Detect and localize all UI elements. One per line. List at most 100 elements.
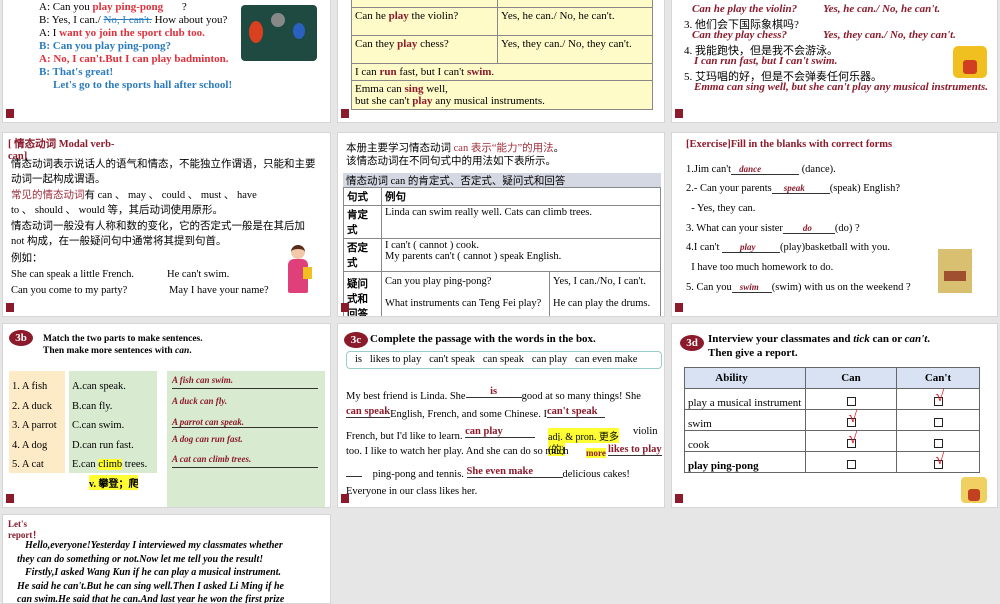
instruction: Then make more sentences with can. [43, 346, 192, 356]
checkbox[interactable]: √ [846, 431, 857, 448]
answer-text: likes to play [608, 444, 662, 456]
instruction: Match the two parts to make sentences. [43, 334, 203, 344]
checkmark-icon: √ [935, 451, 945, 468]
exercise-item: 3. What can your sister do (do) ? [686, 223, 860, 234]
instruction: Interview your classmates and tick can o… [708, 333, 931, 345]
slide-thumbnail-10[interactable]: Let's report！ Hello,everyone!Yesterday I… [2, 514, 331, 604]
checkbox[interactable]: √ [933, 389, 944, 406]
sports-equipment-image [241, 5, 317, 61]
answer-line: A fish can swim. [172, 375, 318, 389]
table-row: cook √ [684, 430, 980, 452]
answer-text: Emma can sing well, but she can't play a… [694, 81, 988, 93]
cant-cell [896, 409, 980, 431]
cant-cell: √ [896, 451, 980, 473]
answer-text: I can run fast, but I can't swim. [694, 55, 838, 67]
checkmark-icon: √ [848, 430, 858, 447]
answer-line: A cat can climb trees. [172, 454, 318, 468]
can-cell [805, 388, 897, 410]
slide-title: [Exercise]Fill in the blanks with correc… [686, 139, 893, 150]
paragraph: 情态动词一般没有人称和数的变化，它的否定式一般是在其后加 not 构成，在一般疑… [11, 221, 305, 247]
slide-thumbnail-4[interactable]: [ 情态动词 Modal verb-can] 情态动词表示说话人的语气和情态，不… [2, 132, 331, 317]
checkbox[interactable]: √ [846, 410, 857, 427]
slide-thumbnail-2[interactable]: Can he play the violin? Yes, he can./ No,… [337, 0, 665, 123]
example-sentence: She can speak a little French. [11, 269, 135, 280]
slide-thumbnail-5[interactable]: 本册主要学习情态动词 can 表示“能力”的用法。 该情态动词在不同句式中的用法… [337, 132, 665, 317]
checkbox[interactable] [846, 397, 856, 406]
slide-marker [341, 494, 349, 503]
dialog-line: B: Can you play ping-pong? [39, 40, 172, 52]
exercise-item: - Yes, they can. [686, 203, 756, 214]
table-caption: 情态动词 can 的肯定式、否定式、疑问式和回答 [343, 173, 661, 187]
slide-marker [6, 303, 14, 312]
ability-cell: swim [684, 409, 806, 431]
answer-line: A duck can fly. [172, 396, 228, 406]
ability-item: C.can swim. [72, 420, 125, 431]
ability-item: A.can speak. [72, 381, 126, 392]
usage-table: 句式 例句 肯定式 Linda can swim really well. Cats… [343, 187, 661, 316]
checkbox[interactable] [933, 439, 943, 448]
slide-title: Complete the passage with the words in t… [370, 333, 596, 345]
ability-cell: cook [684, 430, 806, 452]
subject-item: 5. A cat [12, 459, 44, 470]
subject-item: 3. A parrot [12, 420, 57, 431]
cartoon-image [961, 477, 987, 503]
paragraph: 常见的情态动词有 can 、 may 、 could 、 must 、 have… [11, 190, 257, 216]
table-row: swim √ [684, 409, 980, 431]
subjects-column: 1. A fish 2. A duck 3. A parrot 4. A dog 5. … [9, 371, 65, 473]
answer-line: A parrot can speak. [172, 417, 318, 428]
checkmark-icon: √ [848, 409, 858, 426]
checkbox[interactable] [846, 460, 856, 469]
abilities-column: A.can speak. B.can fly. C.can swim. D.can r… [69, 371, 157, 473]
table-row: play a musical instrument √ [684, 388, 980, 410]
checkbox[interactable]: √ [933, 452, 944, 469]
can-cell: √ [805, 430, 897, 452]
subject-item: 4. A dog [12, 439, 48, 451]
exercise-badge: 3d [680, 335, 704, 351]
ability-table: Ability Can Can't play a musical instrumen… [684, 367, 980, 473]
checkbox[interactable] [933, 418, 943, 427]
example-sentence: He can't swim. [167, 269, 230, 280]
slide-thumbnail-1[interactable]: A: Can you play ping-pong ? B: Yes, I ca… [2, 0, 331, 123]
intro-text: 该情态动词在不同句式中的用法如下表所示。 [346, 156, 556, 167]
exercise-item: 5. Can you swim (swim) with us on the week… [686, 282, 911, 293]
dialog-line: Let's go to the sports hall after school… [53, 79, 233, 91]
passage-line: ping-pong and tennis. She even make delic… [346, 466, 630, 480]
answer-text: Can he play the violin? Yes, he can./ No,… [692, 3, 941, 15]
slide-thumbnail-6[interactable]: [Exercise]Fill in the blanks with correc… [671, 132, 998, 317]
pixelated-cartoon-image [938, 249, 972, 293]
ability-item: D.can run fast. [72, 439, 134, 451]
subject-item: 2. A duck [12, 400, 52, 412]
slide-marker [341, 303, 349, 312]
answer-text: Can they play chess? Yes, they can./ No, … [692, 29, 956, 41]
dialog-line: A: I want yo join the sport club too. [39, 27, 205, 39]
dialog-line: B: That's great! [39, 66, 114, 78]
cant-cell [896, 430, 980, 452]
ability-item: E.can climb trees. [72, 459, 148, 470]
cant-cell: √ [896, 388, 980, 410]
slide-marker [341, 109, 349, 118]
passage-line: too. I like to watch her play. And she c… [346, 446, 569, 457]
passage-text: violin [633, 426, 658, 437]
slide-thumbnail-3[interactable]: Can he play the violin? Yes, he can./ No,… [671, 0, 998, 123]
checkmark-icon: √ [935, 388, 945, 405]
ability-item: B.can fly. [72, 400, 113, 412]
dialog-line: A: No, I can't.But I can play badminton. [39, 53, 229, 65]
passage-line: can speakEnglish, French, and some Chine… [346, 406, 605, 420]
slide-thumbnail-9[interactable]: 3d Interview your classmates and tick ca… [671, 323, 998, 508]
slide-title: Let's report！ [8, 519, 42, 540]
ability-cell: play a musical instrument [684, 388, 806, 410]
slide-thumbnail-7[interactable]: 3b Match the two parts to make sentences… [2, 323, 331, 508]
highlighted-word: more [586, 448, 606, 458]
slide-marker [675, 494, 683, 503]
dialog-line: B: Yes, I can./ No, I can't. How about y… [39, 14, 228, 26]
exercise-item: 4.I can't play (play)basketball with you. [686, 242, 890, 253]
subject-item: 1. A fish [12, 381, 48, 392]
example-sentence: May I have your name? [169, 285, 269, 296]
slide-marker [6, 109, 14, 118]
exercise-item: 2.- Can your parents speak (speak) English… [686, 183, 901, 194]
answers-area: A fish can swim. A duck can fly. A parro… [167, 371, 325, 507]
paragraph: 情态动词表示说话人的语气和情态，不能独立作谓语，只能和主要动词一起构成谓语。 [11, 159, 316, 185]
slide-thumbnail-8[interactable]: 3c Complete the passage with the words i… [337, 323, 665, 508]
table-row: play ping-pong √ [684, 451, 980, 473]
can-cell [805, 451, 897, 473]
